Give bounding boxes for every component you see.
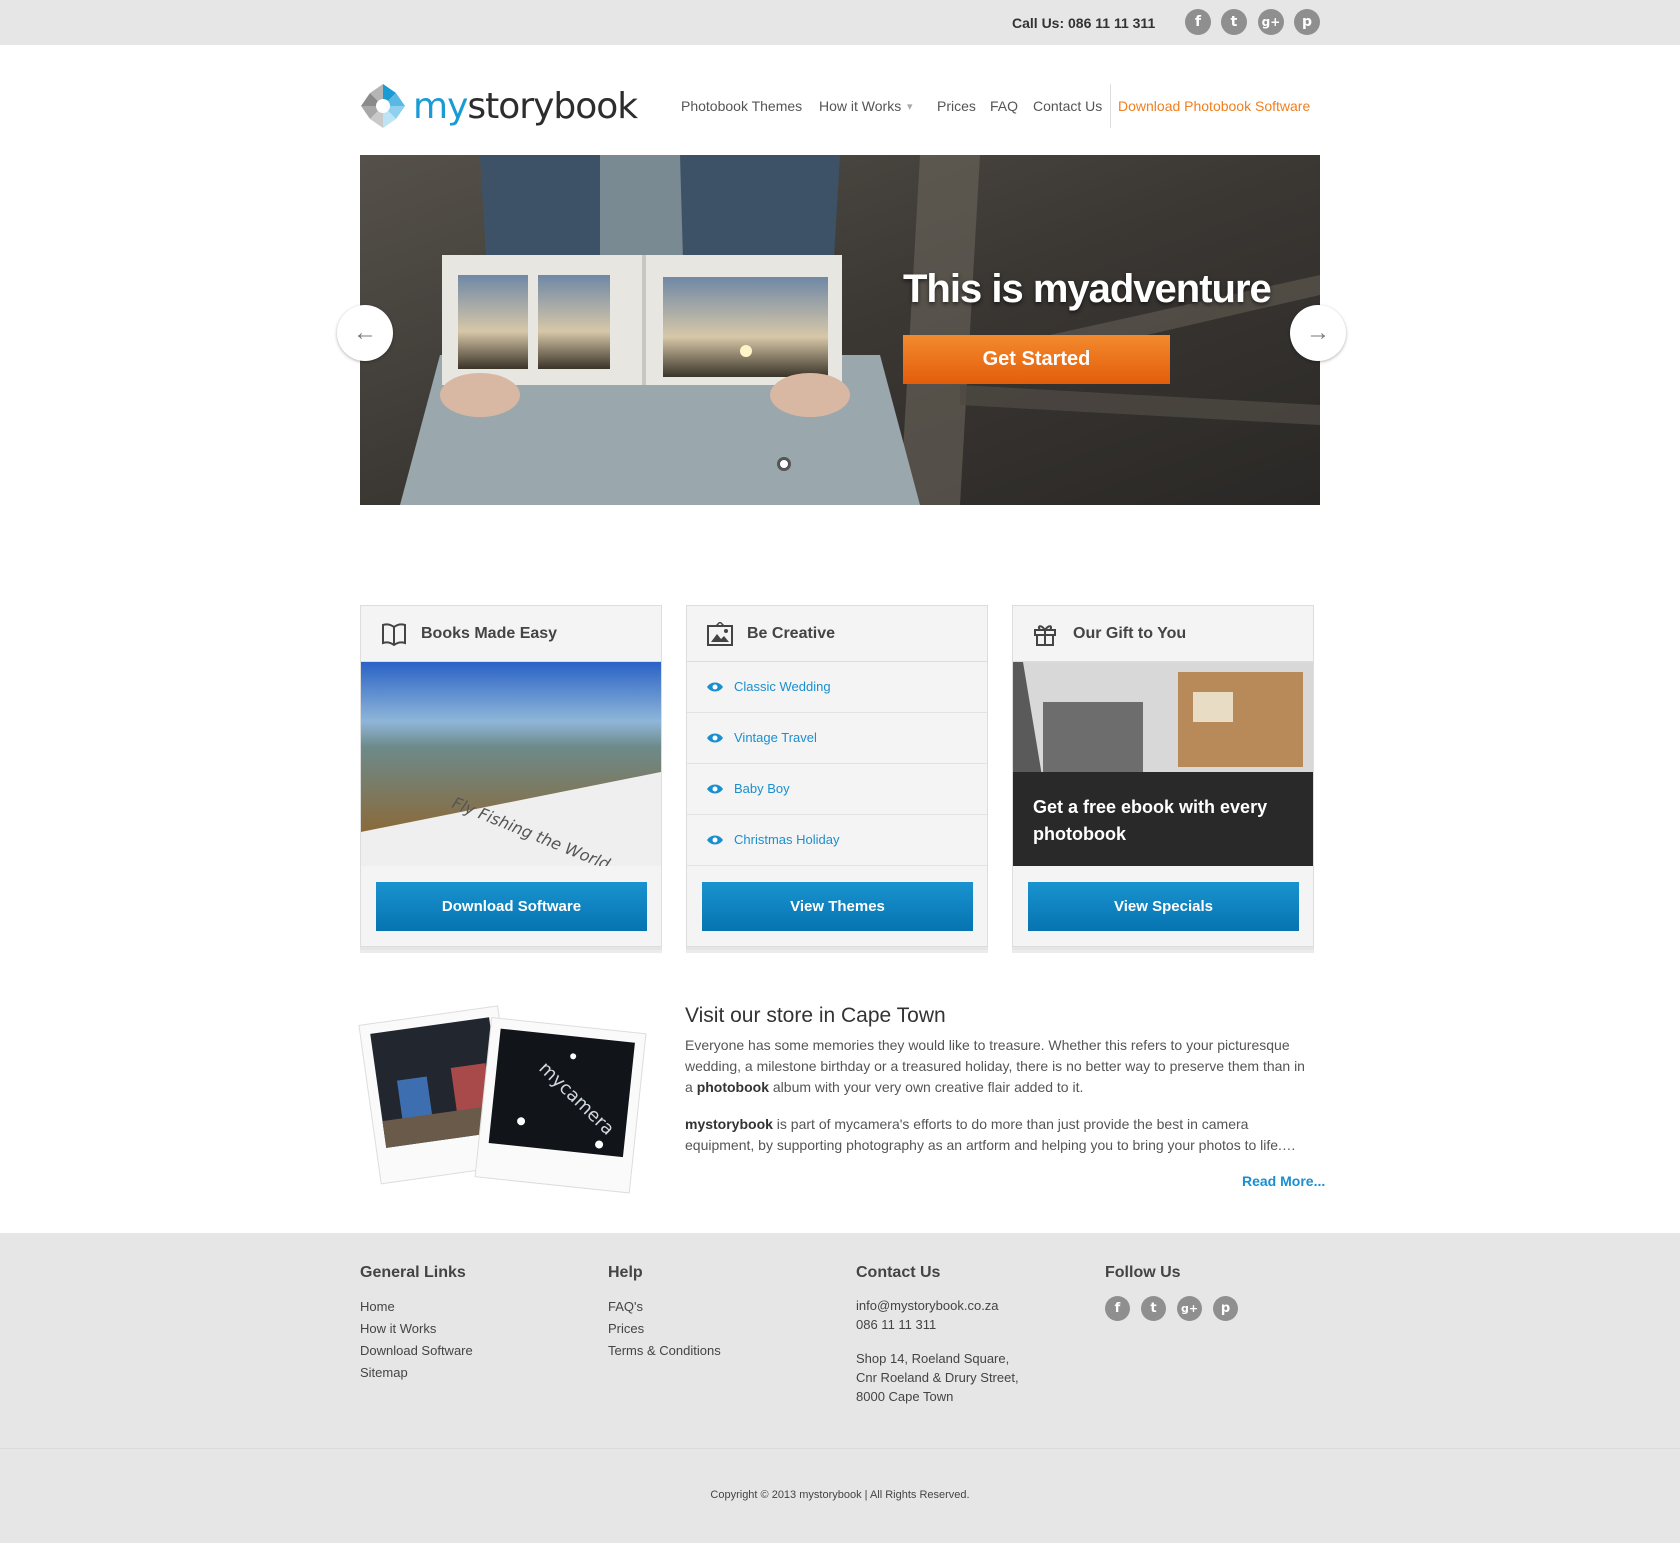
theme-label[interactable]: Classic Wedding — [734, 679, 831, 694]
theme-item-classic-wedding[interactable]: Classic Wedding — [687, 662, 987, 713]
top-bar — [0, 0, 1680, 45]
footer-follow-heading: Follow Us — [1105, 1264, 1181, 1281]
footer-address-line: Cnr Roeland & Drury Street, — [856, 1370, 1019, 1385]
chevron-down-icon[interactable]: ▾ — [907, 100, 913, 113]
card-header: Our Gift to You — [1013, 606, 1313, 662]
store-heading: Visit our store in Cape Town — [685, 1004, 946, 1027]
hero-title: This is myadventure — [903, 267, 1272, 311]
slider-pagination-dot[interactable] — [777, 457, 791, 471]
eye-icon — [707, 682, 723, 692]
store-text: album with your very own creative flair … — [769, 1079, 1084, 1095]
card-header: Books Made Easy — [361, 606, 661, 662]
theme-label[interactable]: Vintage Travel — [734, 730, 817, 745]
download-software-button[interactable]: Download Software — [376, 882, 647, 931]
hero-photo — [360, 155, 1320, 505]
logo-text-storybook: storybook — [467, 86, 638, 127]
footer-link-how-it-works[interactable]: How it Works — [360, 1321, 436, 1336]
theme-item-vintage-travel[interactable]: Vintage Travel — [687, 713, 987, 764]
card-title: Books Made Easy — [421, 625, 558, 642]
view-themes-button[interactable]: View Themes — [702, 882, 973, 931]
nav-contact-us[interactable]: Contact Us — [1033, 98, 1102, 114]
footer-link-terms[interactable]: Terms & Conditions — [608, 1343, 721, 1358]
card-books-made-easy: Books Made Easy Fly Fishing the World Do… — [360, 605, 662, 947]
laptop-ebook-image: Get a free ebook with every photobook — [1013, 662, 1313, 866]
facebook-icon[interactable]: f — [1185, 9, 1211, 35]
footer-link-home[interactable]: Home — [360, 1299, 395, 1314]
footer-general-links-heading: General Links — [360, 1264, 466, 1281]
footer-link-faqs[interactable]: FAQ's — [608, 1299, 643, 1314]
nav-photobook-themes[interactable]: Photobook Themes — [681, 98, 802, 114]
copyright-text: Copyright © 2013 mystorybook | All Right… — [710, 1489, 970, 1501]
footer-help-heading: Help — [608, 1264, 643, 1281]
footer-link-download-software[interactable]: Download Software — [360, 1343, 473, 1358]
theme-label[interactable]: Christmas Holiday — [734, 832, 839, 847]
nav-download-software[interactable]: Download Photobook Software — [1118, 98, 1310, 114]
hero-slider: This is myadventure Get Started — [360, 155, 1320, 505]
footer-email[interactable]: info@mystorybook.co.za — [856, 1298, 999, 1313]
open-book-icon — [382, 623, 406, 646]
nav-divider — [1110, 84, 1111, 128]
footer-contact-heading: Contact Us — [856, 1264, 941, 1281]
footer-link-sitemap[interactable]: Sitemap — [360, 1365, 408, 1380]
store-paragraph-1: Everyone has some memories they would li… — [685, 1035, 1315, 1098]
eye-icon — [707, 733, 723, 743]
nav-prices[interactable]: Prices — [937, 98, 976, 114]
twitter-icon[interactable]: t — [1141, 1296, 1166, 1321]
theme-item-christmas-holiday[interactable]: Christmas Holiday — [687, 815, 987, 866]
twitter-icon[interactable]: t — [1221, 9, 1247, 35]
store-paragraph-2: mystorybook is part of mycamera's effort… — [685, 1114, 1315, 1156]
footer-address-line: Shop 14, Roeland Square, — [856, 1351, 1010, 1366]
card-title: Be Creative — [747, 625, 836, 642]
nav-how-it-works[interactable]: How it Works — [819, 98, 901, 114]
card-header: Be Creative — [687, 606, 987, 662]
facebook-icon[interactable]: f — [1105, 1296, 1130, 1321]
card-title: Our Gift to You — [1073, 625, 1187, 642]
aperture-logo-icon — [361, 84, 405, 128]
card-our-gift: Our Gift to You Get a free ebook with ev… — [1012, 605, 1314, 947]
photobook-sea-image: Fly Fishing the World — [361, 662, 661, 866]
call-us-text: Call Us: 086 11 11 311 — [1012, 15, 1156, 31]
logo-text-my: my — [413, 86, 468, 127]
footer-address-line: 8000 Cape Town — [856, 1389, 954, 1404]
slider-next-arrow-icon[interactable]: → — [1290, 305, 1346, 361]
google-plus-icon[interactable]: g+ — [1258, 9, 1284, 35]
read-more-link[interactable]: Read More... — [1242, 1173, 1325, 1189]
store-bold-text: photobook — [696, 1079, 769, 1095]
google-plus-icon[interactable]: g+ — [1177, 1296, 1202, 1321]
pinterest-icon[interactable]: p — [1294, 9, 1320, 35]
eye-icon — [707, 835, 723, 845]
theme-item-baby-boy[interactable]: Baby Boy — [687, 764, 987, 815]
store-text: is part of mycamera's efforts to do more… — [685, 1116, 1296, 1153]
footer-phone: 086 11 11 311 — [856, 1317, 937, 1332]
store-bold-text: mystorybook — [685, 1116, 773, 1132]
ebook-caption: Get a free ebook with every photobook — [1033, 797, 1268, 844]
footer-link-prices[interactable]: Prices — [608, 1321, 644, 1336]
get-started-button[interactable]: Get Started — [903, 335, 1170, 384]
slider-prev-arrow-icon[interactable]: ← — [337, 305, 393, 361]
card-be-creative: Be Creative Classic Wedding Vintage Trav… — [686, 605, 988, 947]
store-polaroid-photos: mycamera — [358, 1005, 647, 1194]
logo[interactable]: mystorybook — [360, 83, 638, 131]
eye-icon — [707, 784, 723, 794]
theme-label[interactable]: Baby Boy — [734, 781, 790, 796]
gift-icon — [1034, 625, 1056, 646]
nav-faq[interactable]: FAQ — [990, 98, 1018, 114]
picture-frame-icon — [707, 622, 733, 646]
pinterest-icon[interactable]: p — [1213, 1296, 1238, 1321]
footer-divider — [0, 1448, 1680, 1449]
view-specials-button[interactable]: View Specials — [1028, 882, 1299, 931]
